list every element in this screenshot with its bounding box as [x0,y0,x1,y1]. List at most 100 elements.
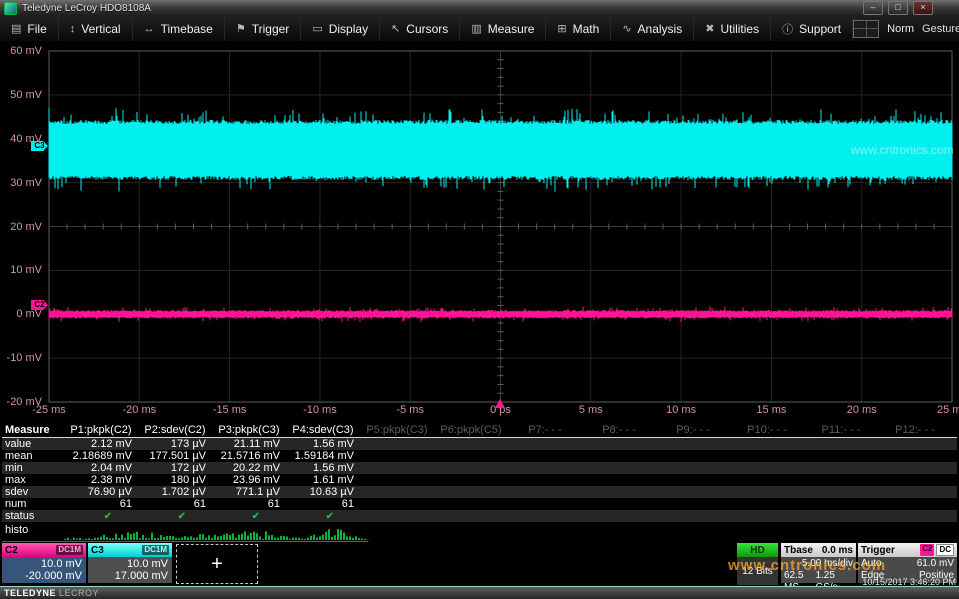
brand-teledyne: TELEDYNE [4,588,56,598]
measure-value: 61 [286,498,360,510]
measure-column-header[interactable]: P8:- - - [582,424,656,436]
measure-row-status: status✔✔✔✔ [2,510,957,522]
scope-area: 60 mV50 mV40 mV30 mV20 mV10 mV0 mV-10 mV… [0,42,959,422]
menu-item-label: File [27,22,46,36]
trigger-header: Trigger C2 DC [858,543,957,557]
timestamp: 10/15/2017 3:46:20 PM [862,577,956,587]
measure-header-row: MeasureP1:pkpk(C2)P2:sdev(C2)P3:pkpk(C3)… [2,422,957,438]
analysis-menu-icon: ∿ [622,22,631,35]
measure-value: 180 µV [138,474,212,486]
histo-row: histo [2,522,957,541]
measure-value: 2.04 mV [64,462,138,474]
measure-row-num: num61616161 [2,498,957,510]
status-check-icon: ✔ [286,511,360,522]
c2-offset-marker[interactable]: C2 [31,300,48,310]
menu-right-cluster: Norm Gesture Undo ↶ [853,16,959,41]
waveform-display[interactable] [48,44,953,406]
menu-item-label: Analysis [638,22,683,36]
measure-value: 61 [212,498,286,510]
file-menu-icon: ▤ [11,22,21,35]
measure-row-mean: mean2.18689 mV177.501 µV21.5716 mV1.5918… [2,450,957,462]
c3-coupling-badge: DC1M [142,545,169,555]
c2-coupling-badge: DC1M [56,545,83,555]
measure-menu-icon: ▥ [471,22,481,35]
menu-item-trigger[interactable]: ⚑Trigger [225,16,301,41]
measure-value: 76.90 µV [64,486,138,498]
menu-item-timebase[interactable]: ↔Timebase [133,16,225,41]
menu-item-support[interactable]: ⓘSupport [771,16,853,41]
channel-c3-descriptor[interactable]: C3 DC1M 10.0 mV 17.000 mV [88,543,172,583]
measure-row-max: max2.38 mV180 µV23.96 mV1.61 mV [2,474,957,486]
trigger-position-marker[interactable] [495,399,505,408]
x-axis-label: -10 ms [303,404,337,416]
display-mode-selector[interactable]: Norm [887,23,914,35]
measure-value: 173 µV [138,438,212,450]
c2-header: C2 DC1M [2,543,86,557]
oscilloscope-screen: Teledyne LeCroy HDO8108A – □ × ▤ File ↕Ver… [0,0,959,599]
window-buttons: – □ × [863,1,933,15]
watermark-mid: www.cntronics.com [851,143,954,157]
measure-row-value: value2.12 mV173 µV21.11 mV1.56 mV [2,438,957,450]
close-button[interactable]: × [913,1,933,15]
menu-item-cursors[interactable]: ↖Cursors [380,16,460,41]
minimize-button[interactable]: – [863,1,883,15]
restore-button[interactable]: □ [888,1,908,15]
trigger-source-badge: C2 [920,544,934,556]
measure-column-header[interactable]: P10:- - - [730,424,804,436]
watermark-bottom: www.cntronics.com [728,557,886,574]
measure-table: MeasureP1:pkpk(C2)P2:sdev(C2)P3:pkpk(C3)… [2,422,957,522]
histo-sparklines [64,523,370,541]
menu-item-analysis[interactable]: ∿ Analysis [611,16,694,41]
measure-column-header[interactable]: P4:sdev(C3) [286,424,360,436]
measure-column-header[interactable]: P6:pkpk(C5) [434,424,508,436]
measure-value: 1.702 µV [138,486,212,498]
c3-offset: 17.000 mV [115,570,168,582]
gesture-toggle[interactable]: Gesture [922,23,959,35]
measure-row-min: min2.04 mV172 µV20.22 mV1.56 mV [2,462,957,474]
measure-value: 20.22 mV [212,462,286,474]
menu-item-label: Support [799,22,841,36]
channel-c2-descriptor[interactable]: C2 DC1M 10.0 mV -20.000 mV [2,543,86,583]
c3-offset-marker[interactable]: C3 [31,141,48,151]
grid-and-traces [48,44,953,406]
measure-column-header[interactable]: P1:pkpk(C2) [64,424,138,436]
measure-value: 61 [64,498,138,510]
measure-column-header[interactable]: P12:- - - [878,424,952,436]
menu-item-measure[interactable]: ▥Measure [460,16,546,41]
hd-header: HD [737,543,778,557]
trigger-coupling-badge: DC [936,544,954,556]
y-axis-label: 10 mV [10,264,42,276]
y-axis-label: -10 mV [7,352,42,364]
add-channel-button[interactable]: + [176,544,258,584]
measure-row-label: min [2,462,64,474]
measure-row-label: value [2,438,64,450]
trigger-level: 61.0 mV [917,558,954,570]
status-check-icon: ✔ [138,511,212,522]
menu-item-label: Timebase [161,22,213,36]
measure-column-header[interactable]: P5:pkpk(C3) [360,424,434,436]
menu-item-vertical[interactable]: ↕Vertical [59,16,133,41]
measure-column-header[interactable]: P9:- - - [656,424,730,436]
math-menu-icon: ⊞ [557,22,566,35]
trigger-badges: C2 DC [920,544,954,556]
grid-layout-icon[interactable] [853,20,879,38]
title-bar: Teledyne LeCroy HDO8108A – □ × [0,0,959,16]
measure-column-header[interactable]: P2:sdev(C2) [138,424,212,436]
x-axis-label: -5 ms [396,404,424,416]
measure-column-header[interactable]: P7:- - - [508,424,582,436]
measure-column-header[interactable]: P3:pkpk(C3) [212,424,286,436]
trigger-menu-icon: ⚑ [236,22,246,35]
menu-item-utilities[interactable]: ✖Utilities [694,16,771,41]
measure-column-header[interactable]: P11:- - - [804,424,878,436]
c2-values: 10.0 mV -20.000 mV [2,557,86,583]
brand-lecroy: LECROY [59,588,99,598]
measure-value: 10.63 µV [286,486,360,498]
menu-item-display[interactable]: ▭Display [301,16,380,41]
measure-row-label: mean [2,450,64,462]
cursors-menu-icon: ↖ [391,22,400,35]
menu-item-label: Utilities [720,22,759,36]
measure-value: 23.96 mV [212,474,286,486]
measure-value: 1.59184 mV [286,450,360,462]
menu-item-math[interactable]: ⊞Math [546,16,611,41]
menu-item-file[interactable]: ▤ File [0,16,59,41]
